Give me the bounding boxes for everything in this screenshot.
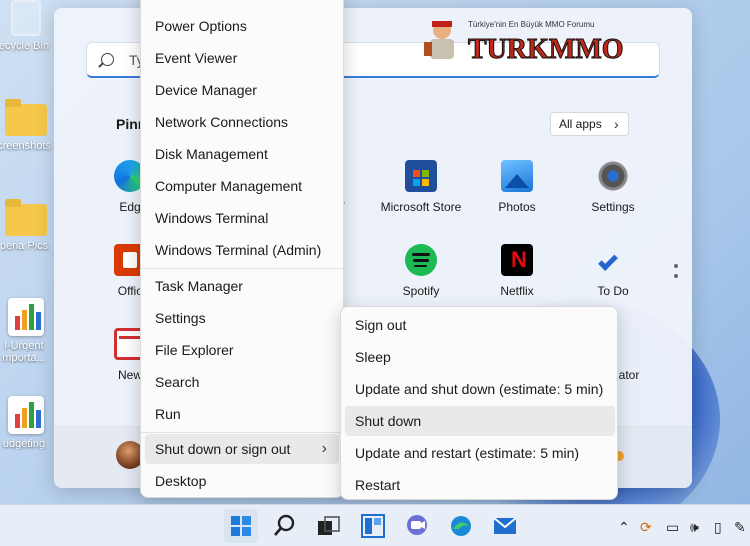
menu-item-event-viewer[interactable]: Event Viewer [145,43,339,73]
page-dots[interactable] [674,264,678,284]
desktop-icon-urgent[interactable]: l-Urgent mporta... [0,298,52,364]
all-apps-button[interactable]: All apps [550,112,629,136]
volume-icon[interactable]: 🕪 [690,519,699,536]
todo-icon [597,244,629,276]
desktop-icon-peria-pics[interactable]: peria Pics [0,199,52,252]
widgets-icon[interactable] [356,509,390,543]
pinned-app-settings[interactable]: Settings [565,160,661,214]
store-icon [405,160,437,192]
menu-item-task-manager[interactable]: Task Manager [145,271,339,301]
svg-text:Türkiye'nin En Büyük MMO Forum: Türkiye'nin En Büyük MMO Forumu [468,20,594,29]
desktop-icon-label: mporta... [2,352,46,364]
shutdown-submenu: Sign out Sleep Update and shut down (est… [340,306,618,500]
desktop-icon-label: peria Pics [0,240,49,252]
sync-icon[interactable]: ⟳ [640,519,652,536]
menu-separator [141,432,343,433]
pinned-app-spotify[interactable]: Spotify [373,244,469,298]
menu-item-label: Shut down or sign out [155,441,291,457]
taskbar: ⌃ ⟳ ▭ 🕪 ▯ ✎ [0,504,750,546]
menu-item-run[interactable]: Run [145,399,339,429]
recycle-bin-icon [11,0,41,36]
menu-item-settings[interactable]: Settings [145,303,339,333]
menu-item-network-connections[interactable]: Network Connections [145,107,339,137]
desktop-icon-budgeting[interactable]: udgeting [0,396,52,450]
mail-icon[interactable] [488,509,522,543]
turkmmo-banner: Türkiye'nin En Büyük MMO Forumu TURKMMO [410,14,642,68]
pen-icon[interactable]: ✎ [734,519,746,536]
app-label: Spotify [402,284,440,298]
menu-item-power-options[interactable]: Power Options [145,11,339,41]
menu-item-desktop[interactable]: Desktop [145,466,339,496]
app-label: New [117,368,142,382]
network-icon[interactable]: ▭ [666,519,679,536]
menu-item-shut-down-or-sign-out[interactable]: Shut down or sign out › [145,434,339,464]
search-icon [101,53,114,66]
windows-start-icon[interactable] [224,509,258,543]
menu-separator [141,268,343,269]
menu-item-device-manager[interactable]: Device Manager [145,75,339,105]
folder-icon [5,199,47,236]
submenu-item-update-and-restart[interactable]: Update and restart (estimate: 5 min) [345,438,615,468]
photos-icon [501,160,533,192]
search-icon[interactable] [268,509,302,543]
submenu-item-sign-out[interactable]: Sign out [345,310,615,340]
desktop-icon-label: udgeting [2,438,46,450]
menu-item-computer-management[interactable]: Computer Management [145,171,339,201]
teams-chat-icon[interactable] [400,509,434,543]
desktop-icon-screenshots[interactable]: creenshots [0,99,52,152]
chevron-right-icon: › [321,440,327,457]
app-label: Netflix [500,284,534,298]
menu-item-windows-terminal[interactable]: Windows Terminal [145,203,339,233]
app-label: ator [618,368,640,382]
desktop-icon-label: ecycle Bin [0,40,50,52]
turkmmo-logo-icon: Türkiye'nin En Büyük MMO Forumu TURKMMO [424,20,624,66]
desktop-icon-label: l-Urgent [4,340,44,352]
app-label: Settings [591,200,635,214]
menu-item-disk-management[interactable]: Disk Management [145,139,339,169]
chart-document-icon [8,396,44,434]
submenu-item-sleep[interactable]: Sleep [345,342,615,372]
app-label: Microsoft Store [380,200,462,214]
netflix-icon: N [501,244,533,276]
desktop-icon-recycle-bin[interactable]: ecycle Bin [0,0,52,52]
folder-icon [5,99,47,136]
app-label: Edg [119,200,141,214]
submenu-item-shut-down[interactable]: Shut down [345,406,615,436]
settings-gear-icon [597,160,629,192]
pinned-app-netflix[interactable]: N Netflix [469,244,565,298]
menu-item-windows-terminal-admin[interactable]: Windows Terminal (Admin) [145,235,339,265]
svg-text:TURKMMO: TURKMMO [468,34,624,65]
battery-icon[interactable]: ▯ [714,519,722,536]
edge-icon[interactable] [444,509,478,543]
chart-document-icon [8,298,44,336]
submenu-item-update-and-shut-down[interactable]: Update and shut down (estimate: 5 min) [345,374,615,404]
pinned-app-todo[interactable]: To Do [565,244,661,298]
pinned-app-microsoft-store[interactable]: Microsoft Store [373,160,469,214]
menu-item-search[interactable]: Search [145,367,339,397]
submenu-item-restart[interactable]: Restart [345,470,615,500]
app-label: Offic [117,284,143,298]
pinned-app-photos[interactable]: Photos [469,160,565,214]
winx-context-menu: Power Options Event Viewer Device Manage… [140,0,344,498]
desktop-icon-label: creenshots [0,140,51,152]
task-view-icon[interactable] [312,509,346,543]
app-label: Photos [498,200,536,214]
app-label: To Do [597,284,629,298]
spotify-icon [405,244,437,276]
menu-item-file-explorer[interactable]: File Explorer [145,335,339,365]
chevron-up-icon[interactable]: ⌃ [618,519,630,536]
